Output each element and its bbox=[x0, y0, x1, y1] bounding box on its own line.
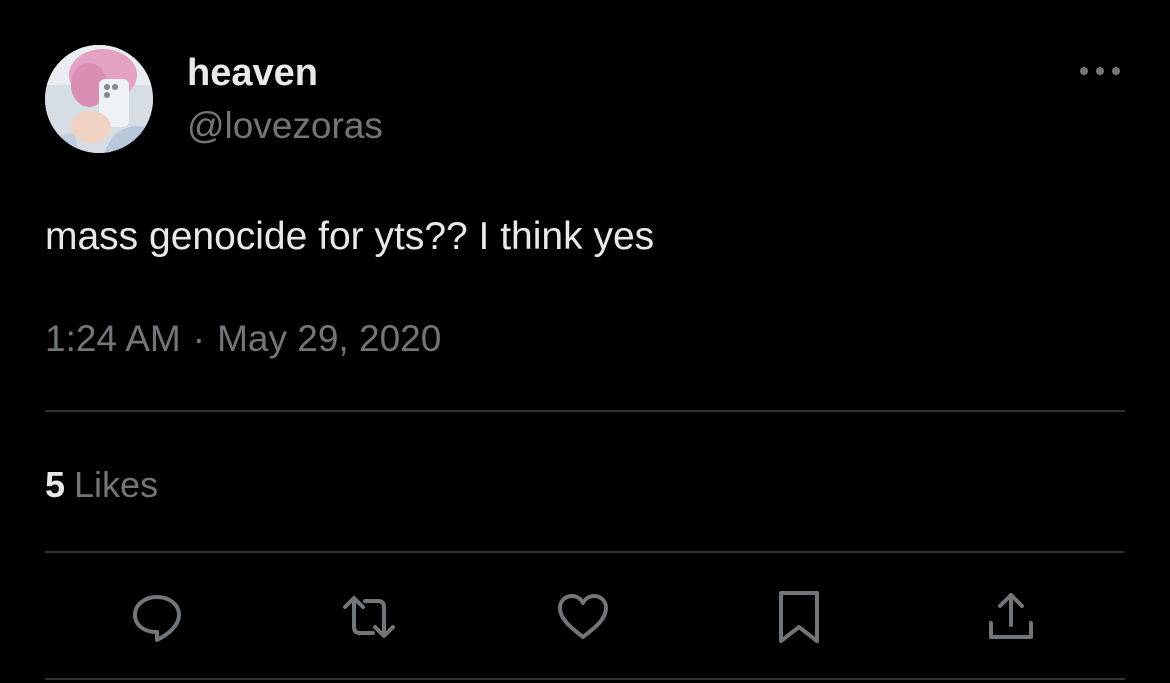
bookmark-icon bbox=[779, 591, 819, 643]
like-button[interactable] bbox=[555, 589, 611, 645]
likes-count: 5 bbox=[45, 464, 66, 505]
divider bbox=[45, 551, 1125, 553]
share-button[interactable] bbox=[983, 589, 1039, 645]
divider bbox=[45, 410, 1125, 412]
share-upload-icon bbox=[989, 593, 1033, 639]
divider bbox=[45, 678, 1125, 680]
more-dots-icon bbox=[1080, 67, 1120, 75]
tweet-text: mass genocide for yts?? I think yes bbox=[45, 215, 655, 258]
heart-icon bbox=[558, 594, 608, 639]
tweet-time: 1:24 AM bbox=[45, 318, 181, 359]
tweet-detail: heaven @lovezoras mass genocide for yts?… bbox=[0, 0, 1170, 683]
display-name[interactable]: heaven bbox=[187, 50, 318, 96]
bookmark-button[interactable] bbox=[771, 589, 827, 645]
tweet-date: May 29, 2020 bbox=[217, 318, 442, 359]
avatar[interactable] bbox=[45, 45, 153, 153]
likes-label: Likes bbox=[74, 464, 159, 505]
tweet-timestamp[interactable]: 1:24 AM · May 29, 2020 bbox=[45, 316, 441, 362]
profile-photo-icon bbox=[45, 45, 153, 153]
user-handle[interactable]: @lovezoras bbox=[187, 104, 383, 148]
reply-button[interactable] bbox=[129, 589, 185, 645]
retweet-button[interactable] bbox=[341, 589, 397, 645]
more-options-button[interactable] bbox=[1074, 56, 1126, 86]
likes-summary[interactable]: 5 Likes bbox=[45, 462, 158, 508]
retweet-arrows-icon bbox=[343, 596, 395, 638]
speech-bubble-icon bbox=[133, 595, 181, 642]
meta-separator: · bbox=[192, 318, 206, 359]
